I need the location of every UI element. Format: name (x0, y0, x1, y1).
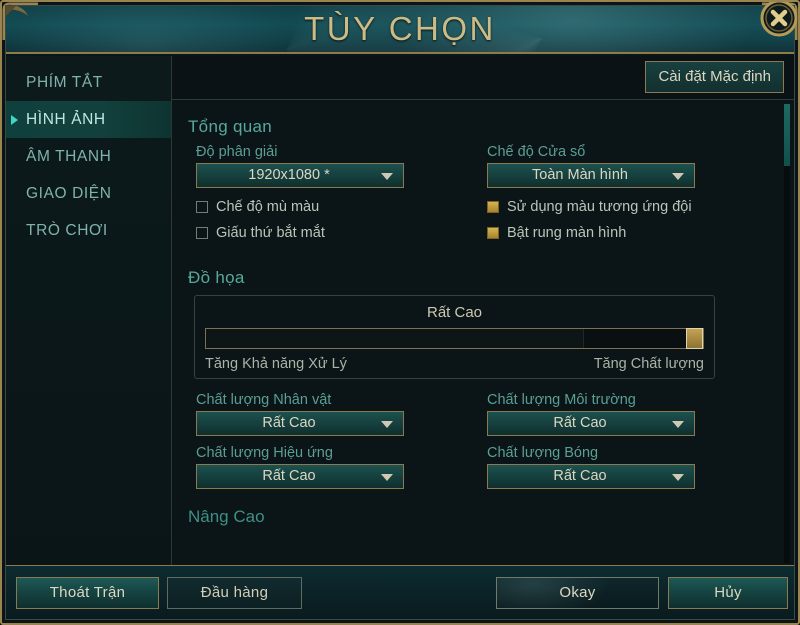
chevron-down-icon (672, 420, 684, 428)
sidebar-item-audio[interactable]: ÂM THANH (6, 138, 171, 175)
environment-quality-value: Rất Cao (553, 415, 607, 431)
chevron-down-icon (381, 473, 393, 481)
window-mode-group: Chế độ Cửa sổ Toàn Màn hình (477, 144, 768, 188)
sidebar: PHÍM TẮT HÌNH ẢNH ÂM THANH GIAO DIỆN TRÒ… (6, 56, 172, 565)
sidebar-item-video[interactable]: HÌNH ẢNH (6, 101, 171, 138)
scrollbar-thumb[interactable] (784, 104, 790, 166)
sidebar-item-game[interactable]: TRÒ CHƠI (6, 212, 171, 249)
checkbox-screen-shake[interactable]: Bật rung màn hình (487, 220, 768, 246)
slider-handle[interactable] (686, 328, 703, 349)
screen-shake-group: Bật rung màn hình (477, 220, 768, 246)
quality-row-1: Chất lượng Nhân vật Rất Cao Chất lượng M… (186, 392, 768, 436)
page-title: TÙY CHỌN (304, 10, 496, 47)
environment-quality-dropdown[interactable]: Rất Cao (487, 411, 695, 436)
graphics-quality-slider[interactable] (205, 328, 704, 349)
resolution-label: Độ phân giải (196, 144, 278, 160)
close-icon[interactable] (754, 0, 800, 44)
surrender-button[interactable]: Đầu hàng (167, 577, 302, 609)
options-window: TÙY CHỌN PHÍM TẮT HÌNH ẢNH ÂM THANH GIAO… (0, 0, 800, 625)
okay-button[interactable]: Okay (496, 577, 659, 609)
chevron-down-icon (381, 420, 393, 428)
hide-eyecandy-group: Giấu thứ bắt mắt (186, 220, 477, 246)
sidebar-item-interface[interactable]: GIAO DIỆN (6, 175, 171, 212)
selected-arrow-icon (11, 114, 18, 125)
window-header: TÙY CHỌN (6, 6, 794, 54)
shadow-quality-group: Chất lượng Bóng Rất Cao (477, 445, 768, 489)
checkbox-label: Sử dụng màu tương ứng đội (507, 199, 692, 215)
checkbox-box (487, 201, 499, 213)
slider-fill (206, 329, 584, 348)
settings-scrollbar[interactable] (784, 104, 790, 563)
section-title-graphics: Đồ họa (188, 268, 245, 287)
quality-row-2: Chất lượng Hiệu ứng Rất Cao Chất lượng B… (186, 445, 768, 489)
environment-quality-label: Chất lượng Môi trường (487, 392, 636, 408)
window-body: PHÍM TẮT HÌNH ẢNH ÂM THANH GIAO DIỆN TRÒ… (6, 56, 794, 565)
team-colors-group: Sử dụng màu tương ứng đội (477, 194, 768, 220)
sidebar-item-label: GIAO DIỆN (26, 185, 112, 202)
section-title-overview: Tổng quan (188, 117, 272, 136)
sidebar-item-label: TRÒ CHƠI (26, 222, 108, 239)
checkbox-team-colors[interactable]: Sử dụng màu tương ứng đội (487, 194, 768, 220)
window-mode-dropdown[interactable]: Toàn Màn hình (487, 163, 695, 188)
settings-scroll-area: Tổng quan Độ phân giải 1920x1080 * Chế đ… (172, 101, 794, 565)
graphics-quality-panel: Rất Cao Tăng Khả năng Xử Lý Tăng Chất lư… (194, 295, 715, 379)
sidebar-item-hotkeys[interactable]: PHÍM TẮT (6, 64, 171, 101)
effects-quality-label: Chất lượng Hiệu ứng (196, 445, 333, 461)
environment-quality-group: Chất lượng Môi trường Rất Cao (477, 392, 768, 436)
resolution-value: 1920x1080 * (248, 167, 330, 183)
shadow-quality-dropdown[interactable]: Rất Cao (487, 464, 695, 489)
checkbox-colorblind-mode[interactable]: Chế độ mù màu (196, 194, 477, 220)
slider-label-quality: Tăng Chất lượng (593, 356, 704, 372)
character-quality-group: Chất lượng Nhân vật Rất Cao (186, 392, 477, 436)
slider-end-labels: Tăng Khả năng Xử Lý Tăng Chất lượng (205, 356, 704, 372)
sidebar-item-label: PHÍM TẮT (26, 74, 103, 91)
chevron-down-icon (672, 172, 684, 180)
shadow-quality-value: Rất Cao (553, 468, 607, 484)
colorblind-group: Chế độ mù màu (186, 194, 477, 220)
effects-quality-value: Rất Cao (262, 468, 316, 484)
shadow-quality-label: Chất lượng Bóng (487, 445, 599, 461)
default-settings-button[interactable]: Cài đặt Mặc định (645, 61, 784, 93)
checkbox-label: Bật rung màn hình (507, 225, 627, 241)
checkbox-box (196, 201, 208, 213)
checkbox-box (487, 227, 499, 239)
effects-quality-group: Chất lượng Hiệu ứng Rất Cao (186, 445, 477, 489)
content-topbar: Cài đặt Mặc định (172, 56, 794, 100)
checkbox-hide-eye-candy[interactable]: Giấu thứ bắt mắt (196, 220, 477, 246)
effects-quality-dropdown[interactable]: Rất Cao (196, 464, 404, 489)
chevron-down-icon (672, 473, 684, 481)
sidebar-item-label: HÌNH ẢNH (26, 111, 106, 128)
checkbox-row-2: Giấu thứ bắt mắt Bật rung màn hình (186, 220, 768, 246)
window-footer: Thoát Trận Đầu hàng Okay Hủy (6, 565, 794, 619)
window-mode-label: Chế độ Cửa sổ (487, 144, 586, 160)
window-mode-value: Toàn Màn hình (532, 167, 628, 183)
checkbox-label: Chế độ mù màu (216, 199, 320, 215)
graphics-preset-value: Rất Cao (426, 304, 483, 321)
resolution-windowmode-row: Độ phân giải 1920x1080 * Chế độ Cửa sổ T… (186, 144, 768, 188)
checkbox-box (196, 227, 208, 239)
resolution-dropdown[interactable]: 1920x1080 * (196, 163, 404, 188)
character-quality-value: Rất Cao (262, 415, 316, 431)
section-title-advanced: Nâng Cao (188, 507, 265, 526)
sidebar-item-label: ÂM THANH (26, 148, 112, 165)
quality-dropdown-grid: Chất lượng Nhân vật Rất Cao Chất lượng M… (186, 392, 768, 489)
slider-label-performance: Tăng Khả năng Xử Lý (205, 356, 347, 372)
character-quality-label: Chất lượng Nhân vật (196, 392, 332, 408)
character-quality-dropdown[interactable]: Rất Cao (196, 411, 404, 436)
checkbox-row-1: Chế độ mù màu Sử dụng màu tương ứng đội (186, 194, 768, 220)
chevron-down-icon (381, 172, 393, 180)
checkbox-label: Giấu thứ bắt mắt (216, 225, 325, 241)
cancel-button[interactable]: Hủy (668, 577, 788, 609)
resolution-group: Độ phân giải 1920x1080 * (186, 144, 477, 188)
exit-match-button[interactable]: Thoát Trận (16, 577, 159, 609)
content-pane: Cài đặt Mặc định Tổng quan Độ phân giải … (172, 56, 794, 565)
